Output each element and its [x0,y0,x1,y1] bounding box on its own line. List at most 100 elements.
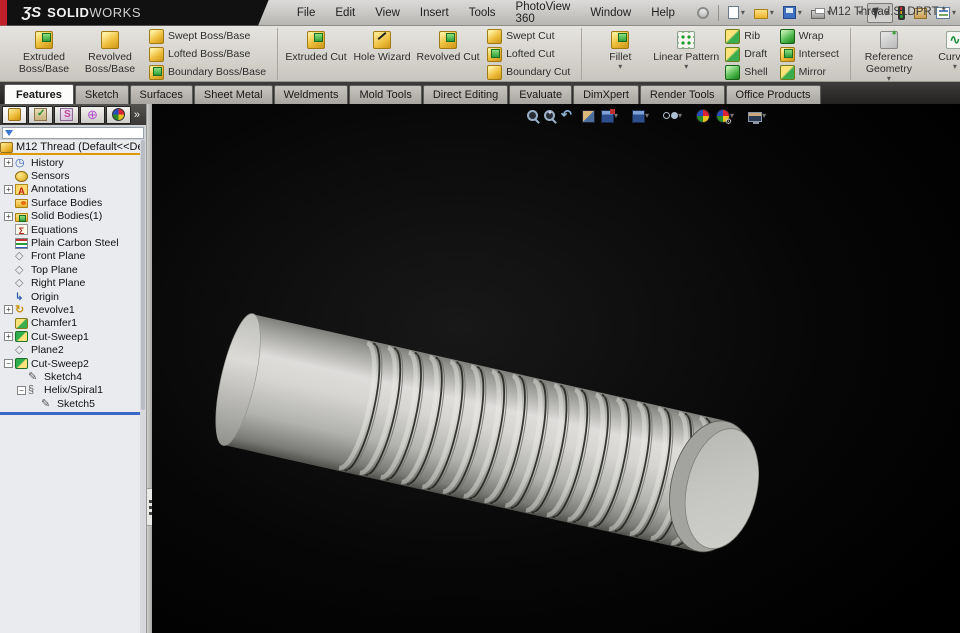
tree-filter-input[interactable] [2,127,144,139]
linear-pattern-button[interactable]: Linear Pattern▾ [653,28,719,80]
dropdown-caret-icon: ▾ [952,8,956,17]
tree-item-history[interactable]: +History [0,156,146,169]
button-label: Extruded Cut [285,51,346,63]
menu-window[interactable]: Window [580,3,641,23]
tab-evaluate[interactable]: Evaluate [509,85,572,104]
revolved-cut-button[interactable]: Revolved Cut [415,28,481,80]
zoom-to-fit-button[interactable] [526,109,539,122]
mirror-button[interactable]: Mirror [776,64,843,81]
m12-threaded-rod[interactable] [207,310,771,562]
panel-tab-dimxpert-manager[interactable] [80,106,105,124]
edit-appearance-button[interactable] [695,108,711,124]
menu-view[interactable]: View [365,3,410,23]
menu-insert[interactable]: Insert [410,3,459,23]
tab-sketch[interactable]: Sketch [75,85,129,104]
tree-item-chamfer1[interactable]: Chamfer1 [0,317,146,330]
tree-item-solid-bodies-1-[interactable]: +Solid Bodies(1) [0,210,146,223]
solidworks-brand-text: SOLIDWORKS [47,5,141,20]
curves-button[interactable]: ∿Curves▾ [922,28,960,80]
tree-item-right-plane[interactable]: Right Plane [0,277,146,290]
tab-mold-tools[interactable]: Mold Tools [349,85,421,104]
collapse-icon[interactable]: − [17,386,26,395]
menu-tools[interactable]: Tools [459,3,506,23]
tree-item-equations[interactable]: Equations [0,223,146,236]
section-view-button[interactable] [581,108,596,124]
tree-item-revolve1[interactable]: +Revolve1 [0,303,146,316]
tree-item-origin[interactable]: Origin [0,290,146,303]
ribbon-group-2: Fillet▾Linear Pattern▾RibDraftShell WrapI… [581,28,850,80]
tree-item-cut-sweep1[interactable]: +Cut-Sweep1 [0,330,146,343]
intersect-button[interactable]: Intersect [776,46,843,63]
extruded-cut-button[interactable]: Extruded Cut [283,28,349,80]
tree-scrollbar-thumb[interactable] [141,140,145,410]
hide-show-items-button[interactable]: ▾ [662,107,683,124]
swept-boss-button[interactable]: Swept Boss/Base [145,28,270,45]
menu-edit[interactable]: Edit [325,3,365,23]
tree-root-item[interactable]: M12 Thread (Default<<Default> [0,141,146,155]
menu-file[interactable]: File [287,3,326,23]
tab-surfaces[interactable]: Surfaces [130,85,193,104]
tab-direct-editing[interactable]: Direct Editing [423,85,508,104]
view-orientation-button[interactable]: ▾ [600,108,619,124]
wrap-button[interactable]: Wrap [776,28,843,45]
fillet-button[interactable]: Fillet▾ [587,28,653,80]
tab-render-tools[interactable]: Render Tools [640,85,725,104]
menu-help[interactable]: Help [641,3,685,23]
tree-item-plain-carbon-steel[interactable]: Plain Carbon Steel [0,236,146,249]
expand-icon[interactable]: + [4,212,13,221]
expand-icon[interactable]: + [4,158,13,167]
zoom-to-area-icon [544,110,555,121]
tab-dimxpert[interactable]: DimXpert [573,85,639,104]
tab-features[interactable]: Features [4,84,74,104]
tree-item-annotations[interactable]: +Annotations [0,183,146,196]
tree-item-cut-sweep2[interactable]: −Cut-Sweep2 [0,357,146,370]
save-disk-button[interactable]: ▾ [779,3,806,22]
tree-item-plane2[interactable]: Plane2 [0,343,146,356]
panel-tab-property-manager[interactable] [28,106,53,124]
panel-tab-feature-manager[interactable] [2,106,27,124]
tree-item-sketch5[interactable]: Sketch5 [0,397,146,410]
revolved-boss-button[interactable]: Revolved Boss/Base [77,28,143,80]
tree-scrollbar[interactable] [140,140,146,633]
lofted-boss-button[interactable]: Lofted Boss/Base [145,46,270,63]
previous-view-button[interactable] [560,107,577,124]
panel-tab-display-manager[interactable] [106,106,131,124]
boundary-boss-button[interactable]: Boundary Boss/Base [145,64,270,81]
zoom-to-area-button[interactable] [543,109,556,122]
model-canvas[interactable] [152,104,960,633]
tab-sheet-metal[interactable]: Sheet Metal [194,85,273,104]
search-pin-button[interactable] [693,4,713,22]
tree-item-surface-bodies[interactable]: Surface Bodies [0,196,146,209]
hole-wizard-button[interactable]: Hole Wizard [349,28,415,80]
rib-button[interactable]: Rib [721,28,771,45]
lofted-cut-button[interactable]: Lofted Cut [483,46,574,63]
expand-icon[interactable]: + [4,305,13,314]
tree-item-top-plane[interactable]: Top Plane [0,263,146,276]
boundary-cut-button[interactable]: Boundary Cut [483,64,574,81]
panel-tabs-overflow[interactable]: » [134,109,144,121]
open-folder-button[interactable]: ▾ [750,3,778,22]
expand-icon[interactable]: + [4,332,13,341]
curves-icon: ∿ [946,31,960,49]
expand-icon[interactable]: + [4,185,13,194]
tree-item-sensors[interactable]: Sensors [0,169,146,182]
rollback-bar[interactable] [0,412,146,415]
tree-item-sketch4[interactable]: Sketch4 [0,370,146,383]
tab-weldments[interactable]: Weldments [274,85,349,104]
apply-scene-button[interactable]: ▾ [715,108,735,124]
panel-tab-configuration-manager[interactable] [54,106,79,124]
reference-geometry-button[interactable]: Reference Geometry▾ [856,28,922,80]
view-settings-button[interactable]: ▾ [747,109,767,123]
new-document-button[interactable]: ▾ [724,3,749,22]
extruded-boss-button[interactable]: Extruded Boss/Base [11,28,77,80]
draft-button[interactable]: Draft [721,46,771,63]
tree-item-helix-spiral1[interactable]: −Helix/Spiral1 [0,384,146,397]
tab-office-products[interactable]: Office Products [726,85,821,104]
swept-cut-button[interactable]: Swept Cut [483,28,574,45]
menu-photoview-360[interactable]: PhotoView 360 [506,0,581,29]
collapse-icon[interactable]: − [4,359,13,368]
display-style-button[interactable]: ▾ [631,108,650,124]
shell-button[interactable]: Shell [721,64,771,81]
tree-item-front-plane[interactable]: Front Plane [0,250,146,263]
graphics-viewport[interactable]: ▾ ▾ ▾ ▾ ▾ [152,104,960,633]
